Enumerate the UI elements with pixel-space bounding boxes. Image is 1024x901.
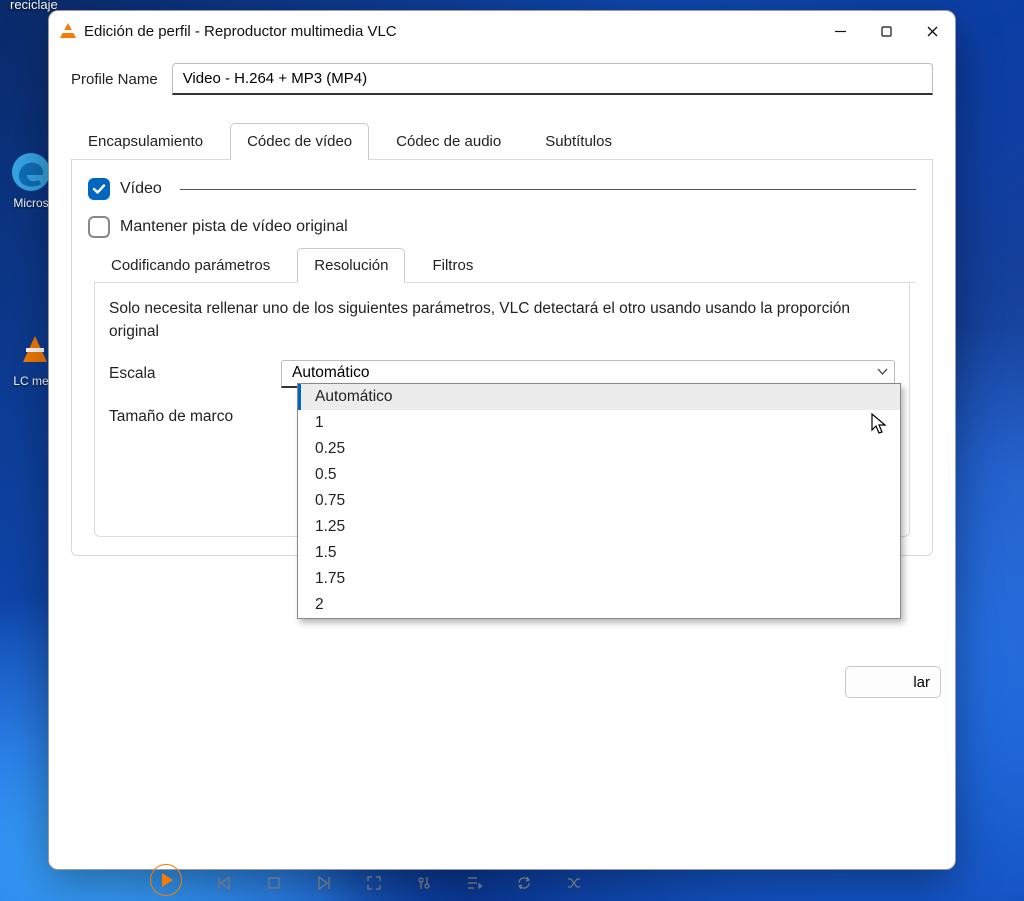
subtab-resolution[interactable]: Resolución [297,248,405,282]
maximize-button[interactable] [863,15,909,47]
loop-icon[interactable] [516,875,532,891]
next-track-icon[interactable] [316,875,332,891]
scale-option[interactable]: 1 [298,410,900,436]
resolution-hint: Solo necesita rellenar uno de los siguie… [109,297,895,344]
scale-option[interactable]: 1.75 [298,566,900,592]
video-enable-checkbox[interactable] [88,178,110,200]
fullscreen-icon[interactable] [366,875,382,891]
tab-video-codec[interactable]: Códec de vídeo [230,123,369,159]
scale-option[interactable]: 0.25 [298,436,900,462]
vlc-player-controls [150,870,920,896]
scale-option[interactable]: Automático [298,384,900,410]
keep-original-label: Mantener pista de vídeo original [120,218,348,236]
mouse-cursor-icon [871,413,891,437]
profile-name-input[interactable] [172,63,933,95]
video-enable-label: Vídeo [120,180,162,198]
titlebar[interactable]: Edición de perfil - Reproductor multimed… [49,11,955,51]
cancel-button-label: lar [913,674,930,691]
stop-icon[interactable] [266,875,282,891]
keep-original-checkbox[interactable] [88,216,110,238]
main-tabs: Encapsulamiento Códec de vídeo Códec de … [71,123,933,160]
framesize-label: Tamaño de marco [109,408,271,426]
tab-encapsulation[interactable]: Encapsulamiento [71,123,220,159]
scale-value: Automático [292,364,370,382]
scale-option[interactable]: 1.5 [298,540,900,566]
section-divider [180,189,916,190]
window-title: Edición de perfil - Reproductor multimed… [84,23,397,40]
minimize-button[interactable] [817,15,863,47]
vlc-cone-icon [59,22,77,40]
playlist-icon[interactable] [466,875,482,891]
close-button[interactable] [909,15,955,47]
scale-option[interactable]: 0.75 [298,488,900,514]
subtab-encoding[interactable]: Codificando parámetros [94,248,287,282]
scale-label: Escala [109,365,271,383]
resolution-panel: Solo necesita rellenar uno de los siguie… [94,283,910,537]
play-icon [162,873,173,887]
video-codec-panel: Vídeo Mantener pista de vídeo original C… [71,160,933,556]
scale-option[interactable]: 2 [298,592,900,618]
scale-option[interactable]: 1.25 [298,514,900,540]
profile-name-label: Profile Name [71,71,158,88]
chevron-down-icon [877,364,888,382]
tab-audio-codec[interactable]: Códec de audio [379,123,518,159]
prev-track-icon[interactable] [216,875,232,891]
scale-option[interactable]: 0.5 [298,462,900,488]
settings-icon[interactable] [416,875,432,891]
play-button[interactable] [150,864,182,896]
profile-edit-dialog: Edición de perfil - Reproductor multimed… [48,10,956,870]
subtab-filters[interactable]: Filtros [415,248,490,282]
scale-dropdown-list: Automático 1 0.25 0.5 0.75 1.25 1.5 1.75… [297,383,901,619]
cancel-button[interactable]: lar [845,666,941,698]
tab-subtitles[interactable]: Subtítulos [528,123,629,159]
sub-tabs: Codificando parámetros Resolución Filtro… [94,248,916,283]
shuffle-icon[interactable] [566,875,582,891]
